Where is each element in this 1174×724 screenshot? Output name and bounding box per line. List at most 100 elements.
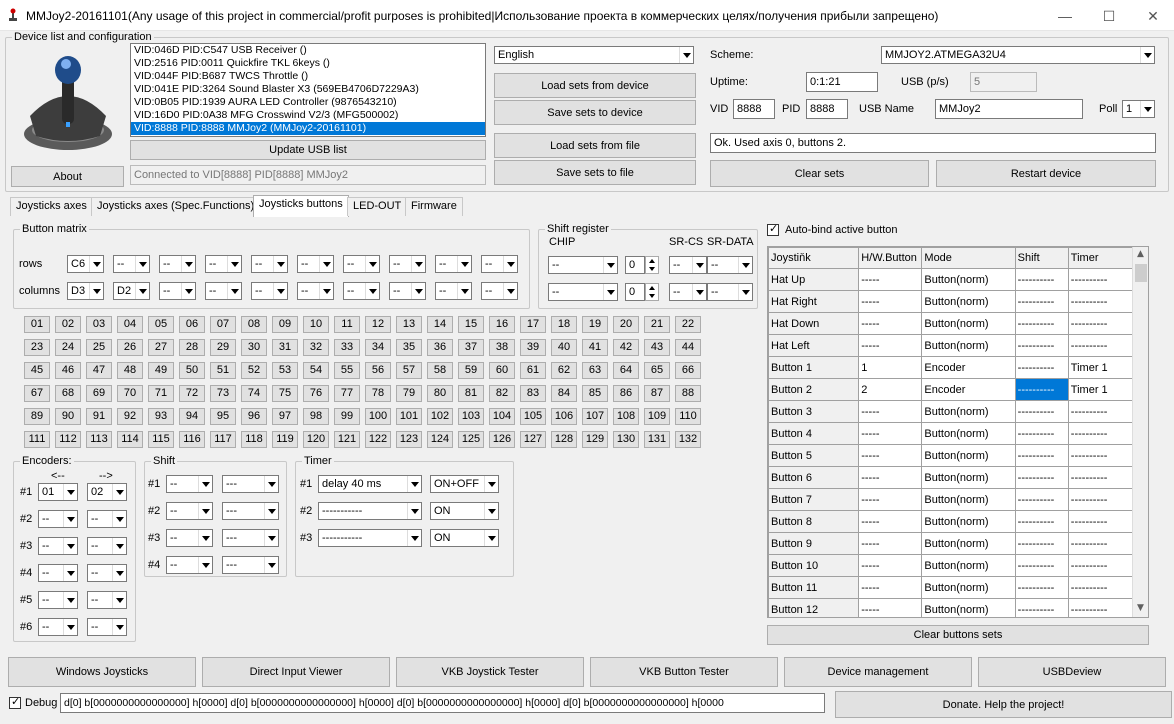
button-number-34[interactable]: 34 [365, 339, 391, 356]
button-number-59[interactable]: 59 [458, 362, 484, 379]
grid-cell[interactable]: ----- [858, 554, 923, 577]
shift-mode-select[interactable]: --- [222, 529, 279, 547]
encoder-b-select[interactable]: -- [87, 591, 127, 609]
button-number-21[interactable]: 21 [644, 316, 670, 333]
button-number-61[interactable]: 61 [520, 362, 546, 379]
button-number-30[interactable]: 30 [241, 339, 267, 356]
button-number-43[interactable]: 43 [644, 339, 670, 356]
button-number-57[interactable]: 57 [396, 362, 422, 379]
button-number-110[interactable]: 110 [675, 408, 701, 425]
button-number-13[interactable]: 13 [396, 316, 422, 333]
grid-row[interactable]: Hat Left ----- Button(norm) ---------- -----… [768, 334, 1136, 357]
grid-cell[interactable]: ----- [858, 466, 923, 489]
grid-cell[interactable]: ---------- [1067, 598, 1136, 617]
button-number-45[interactable]: 45 [24, 362, 50, 379]
matrix-row-select[interactable]: -- [205, 255, 242, 273]
button-number-114[interactable]: 114 [117, 431, 143, 448]
button-number-10[interactable]: 10 [303, 316, 329, 333]
usb-list-item[interactable]: VID:8888 PID:8888 MMJoy2 (MMJoy2-2016110… [131, 122, 485, 135]
button-number-23[interactable]: 23 [24, 339, 50, 356]
save-to-file-button[interactable]: Save sets to file [494, 160, 696, 185]
button-number-108[interactable]: 108 [613, 408, 639, 425]
button-assign-grid[interactable]: Joystiňk H/W.Button Mode Shift Timer Hat Up --… [767, 246, 1149, 618]
matrix-column-select[interactable]: -- [389, 282, 426, 300]
encoder-a-select[interactable]: -- [38, 537, 78, 555]
button-number-123[interactable]: 123 [396, 431, 422, 448]
button-number-91[interactable]: 91 [86, 408, 112, 425]
grid-cell[interactable]: ---------- [1014, 334, 1069, 357]
grid-cell[interactable]: 1 [858, 356, 923, 379]
grid-cell[interactable]: ----- [858, 444, 923, 467]
grid-row[interactable]: Button 8 ----- Button(norm) ---------- -----… [768, 510, 1136, 533]
grid-cell[interactable]: ---------- [1014, 598, 1069, 617]
timer-mode-select[interactable]: ON [430, 502, 499, 520]
restart-device-button[interactable]: Restart device [936, 160, 1156, 187]
grid-cell[interactable]: ---------- [1014, 554, 1069, 577]
button-number-44[interactable]: 44 [675, 339, 701, 356]
grid-cell[interactable]: Button(norm) [921, 488, 1016, 511]
matrix-row-select[interactable]: -- [389, 255, 426, 273]
grid-cell[interactable]: Button(norm) [921, 576, 1016, 599]
usb-name-field[interactable]: MMJoy2 [935, 99, 1083, 119]
grid-cell[interactable]: ----- [858, 598, 923, 617]
close-icon[interactable]: ✕ [1138, 6, 1168, 26]
timer-delay-select[interactable]: delay 40 ms [318, 475, 422, 493]
usb-list-item[interactable]: VID:16D0 PID:0A38 MFG Crosswind V2/3 (MF… [131, 109, 485, 122]
button-number-94[interactable]: 94 [179, 408, 205, 425]
button-number-49[interactable]: 49 [148, 362, 174, 379]
grid-row[interactable]: Button 12 ----- Button(norm) ---------- ----… [768, 598, 1136, 617]
grid-cell[interactable]: Button(norm) [921, 422, 1016, 445]
button-number-121[interactable]: 121 [334, 431, 360, 448]
shift-mode-select[interactable]: --- [222, 475, 279, 493]
button-number-28[interactable]: 28 [179, 339, 205, 356]
encoder-a-select[interactable]: -- [38, 618, 78, 636]
button-number-70[interactable]: 70 [117, 385, 143, 402]
button-number-16[interactable]: 16 [489, 316, 515, 333]
grid-row[interactable]: Hat Up ----- Button(norm) ---------- -------… [768, 268, 1136, 291]
usb-list-item[interactable]: VID:041E PID:3264 Sound Blaster X3 (569E… [131, 83, 485, 96]
matrix-row-select[interactable]: -- [435, 255, 472, 273]
encoder-b-select[interactable]: 02 [87, 483, 127, 501]
scroll-down-icon[interactable]: ▼ [1137, 603, 1144, 613]
matrix-row-select[interactable]: -- [251, 255, 288, 273]
button-number-53[interactable]: 53 [272, 362, 298, 379]
grid-cell[interactable]: Button(norm) [921, 268, 1016, 291]
button-number-131[interactable]: 131 [644, 431, 670, 448]
button-number-96[interactable]: 96 [241, 408, 267, 425]
grid-cell[interactable]: ---------- [1067, 312, 1136, 335]
button-number-119[interactable]: 119 [272, 431, 298, 448]
grid-cell[interactable]: ----- [858, 532, 923, 555]
button-number-41[interactable]: 41 [582, 339, 608, 356]
button-number-24[interactable]: 24 [55, 339, 81, 356]
usb-list-item[interactable]: VID:044F PID:B687 TWCS Throttle () [131, 70, 485, 83]
grid-cell[interactable]: ---------- [1067, 400, 1136, 423]
button-number-128[interactable]: 128 [551, 431, 577, 448]
scroll-thumb[interactable] [1135, 264, 1147, 282]
grid-cell[interactable]: ---------- [1067, 488, 1136, 511]
button-number-118[interactable]: 118 [241, 431, 267, 448]
grid-cell[interactable]: Button(norm) [921, 466, 1016, 489]
debug-checkbox[interactable] [9, 695, 21, 709]
sr-count-field[interactable]: 0 [625, 256, 645, 274]
sr-cs-select[interactable]: -- [669, 283, 707, 301]
shift-button-select[interactable]: -- [166, 475, 213, 493]
button-number-17[interactable]: 17 [520, 316, 546, 333]
button-number-95[interactable]: 95 [210, 408, 236, 425]
button-number-29[interactable]: 29 [210, 339, 236, 356]
button-number-02[interactable]: 02 [55, 316, 81, 333]
matrix-column-select[interactable]: -- [205, 282, 242, 300]
load-from-file-button[interactable]: Load sets from file [494, 133, 696, 158]
button-number-66[interactable]: 66 [675, 362, 701, 379]
button-number-55[interactable]: 55 [334, 362, 360, 379]
button-number-14[interactable]: 14 [427, 316, 453, 333]
grid-cell[interactable]: ---------- [1014, 400, 1069, 423]
matrix-column-select[interactable]: -- [251, 282, 288, 300]
button-number-86[interactable]: 86 [613, 385, 639, 402]
button-number-52[interactable]: 52 [241, 362, 267, 379]
grid-cell[interactable]: ---------- [1067, 444, 1136, 467]
grid-cell[interactable]: ----- [858, 576, 923, 599]
spinner-icon[interactable] [645, 256, 659, 274]
grid-row[interactable]: Button 11 ----- Button(norm) ---------- ----… [768, 576, 1136, 599]
button-number-58[interactable]: 58 [427, 362, 453, 379]
sr-count-field[interactable]: 0 [625, 283, 645, 301]
